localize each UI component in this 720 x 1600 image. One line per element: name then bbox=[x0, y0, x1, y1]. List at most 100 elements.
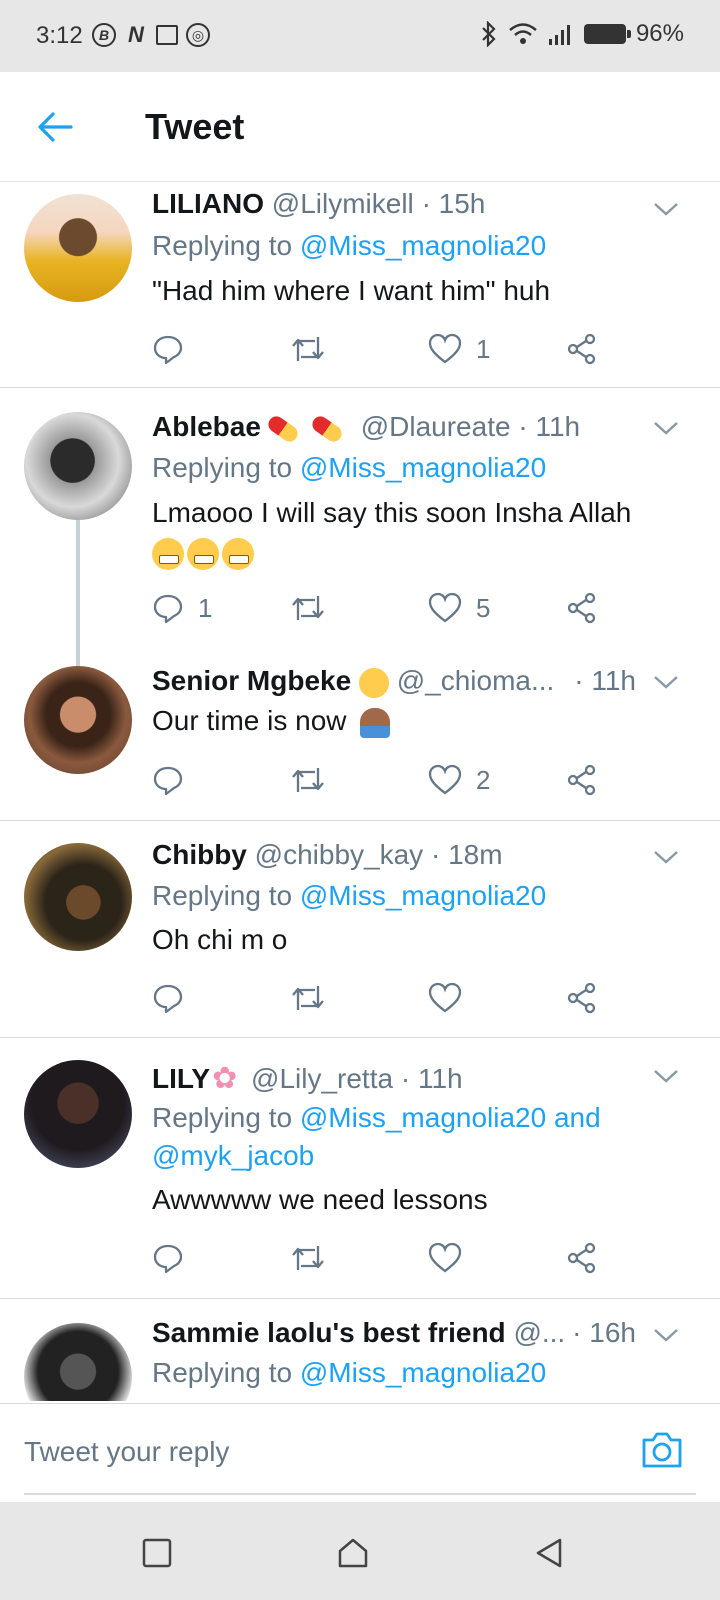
display-name[interactable]: LILY bbox=[152, 1063, 210, 1094]
like-button[interactable] bbox=[428, 1238, 462, 1278]
share-button[interactable] bbox=[566, 1238, 598, 1278]
tweet-item[interactable]: LILY✿ @Lily_retta · 11h Replying to @Mis… bbox=[0, 1038, 720, 1298]
mention-link[interactable]: @myk_jacob bbox=[152, 1140, 314, 1171]
share-button[interactable] bbox=[566, 329, 598, 369]
tweet-time: · 15h bbox=[421, 188, 486, 219]
chevron-down-icon[interactable] bbox=[652, 195, 680, 223]
avatar[interactable] bbox=[24, 843, 132, 951]
tweet-text: Oh chi m o bbox=[152, 924, 288, 955]
heart-icon bbox=[428, 982, 462, 1013]
status-right: 96% bbox=[480, 20, 684, 48]
mention-link[interactable]: @Miss_magnolia20 and bbox=[300, 1102, 601, 1133]
user-handle[interactable]: @... bbox=[513, 1317, 565, 1348]
share-icon bbox=[567, 764, 596, 796]
tweet-actions: 1 5 bbox=[152, 588, 622, 628]
reply-icon bbox=[153, 1244, 183, 1274]
retweet-button[interactable] bbox=[289, 329, 327, 369]
retweet-button[interactable] bbox=[289, 1238, 327, 1278]
retweet-icon bbox=[292, 596, 324, 620]
tweet-item[interactable]: LILIANO @Lilymikell · 15h Replying to @M… bbox=[0, 183, 720, 387]
chevron-down-icon[interactable] bbox=[652, 414, 680, 442]
camera-icon[interactable] bbox=[640, 1430, 684, 1470]
retweet-button[interactable] bbox=[289, 978, 327, 1018]
like-button[interactable] bbox=[428, 978, 462, 1018]
share-button[interactable] bbox=[566, 760, 598, 800]
like-button[interactable]: 5 bbox=[428, 588, 490, 628]
chevron-down-icon[interactable] bbox=[652, 1321, 680, 1349]
reply-feed[interactable]: LILIANO @Lilymikell · 15h Replying to @M… bbox=[0, 183, 720, 1401]
like-button[interactable]: 1 bbox=[428, 329, 490, 369]
tweet-actions: 1 bbox=[152, 329, 622, 369]
user-handle[interactable]: @_chioma... bbox=[397, 665, 555, 696]
avatar[interactable] bbox=[24, 1323, 132, 1401]
input-underline bbox=[24, 1493, 696, 1495]
mention-link[interactable]: @Miss_magnolia20 bbox=[300, 452, 546, 483]
retweet-button[interactable] bbox=[289, 760, 327, 800]
share-button[interactable] bbox=[566, 978, 598, 1018]
share-button[interactable] bbox=[566, 588, 598, 628]
reply-button[interactable] bbox=[152, 978, 184, 1018]
status-bar: 3:12 B N ◎ 96% bbox=[0, 0, 720, 72]
retweet-icon bbox=[292, 986, 324, 1010]
tweet-text: Awwwww we need lessons bbox=[152, 1184, 488, 1215]
tweet-text: "Had him where I want him" huh bbox=[152, 275, 551, 306]
replying-to: Replying to @Miss_magnolia20 bbox=[152, 1357, 546, 1389]
avatar[interactable] bbox=[24, 1060, 132, 1168]
display-name[interactable]: Ablebae bbox=[152, 411, 261, 442]
system-nav-bar bbox=[0, 1502, 720, 1600]
tweet-time: · 11h bbox=[574, 665, 636, 696]
replying-label: Replying to bbox=[152, 230, 300, 261]
user-handle[interactable]: @chibby_kay bbox=[255, 839, 424, 870]
reply-button[interactable] bbox=[152, 760, 184, 800]
mention-link[interactable]: @Miss_magnolia20 bbox=[300, 880, 546, 911]
chevron-down-icon[interactable] bbox=[652, 843, 680, 871]
back-nav-button[interactable] bbox=[532, 1536, 566, 1570]
user-handle[interactable]: @Dlaureate bbox=[361, 411, 511, 442]
tweet-item[interactable]: Chibby @chibby_kay · 18m Replying to @Mi… bbox=[0, 821, 720, 1037]
home-button[interactable] bbox=[336, 1536, 370, 1570]
display-name[interactable]: Chibby bbox=[152, 839, 247, 870]
battery-icon bbox=[583, 24, 631, 44]
bluetooth-icon bbox=[482, 21, 496, 47]
reply-button[interactable] bbox=[152, 329, 184, 369]
tweet-actions bbox=[152, 978, 622, 1018]
reply-count: 1 bbox=[198, 592, 213, 623]
chevron-down-icon[interactable] bbox=[652, 1062, 680, 1090]
reply-button[interactable] bbox=[152, 1238, 184, 1278]
wifi-icon bbox=[509, 23, 537, 44]
reply-button[interactable]: 1 bbox=[152, 588, 212, 628]
tweet-item[interactable]: Sammie laolu's best friend @... · 16h Re… bbox=[0, 1299, 720, 1401]
display-name[interactable]: LILIANO bbox=[152, 188, 264, 219]
like-button[interactable]: 2 bbox=[428, 760, 490, 800]
share-icon bbox=[567, 1242, 596, 1274]
mention-link[interactable]: @Miss_magnolia20 bbox=[300, 230, 546, 261]
chevron-down-icon[interactable] bbox=[652, 668, 680, 696]
avatar[interactable] bbox=[24, 194, 132, 302]
status-time: 3:12 bbox=[36, 22, 83, 49]
retweet-button[interactable] bbox=[289, 588, 327, 628]
tweet-text: Our time is now bbox=[152, 705, 347, 736]
avatar[interactable] bbox=[24, 666, 132, 774]
emoji-row bbox=[152, 536, 257, 570]
back-button[interactable] bbox=[30, 102, 80, 152]
display-name[interactable]: Senior Mgbeke bbox=[152, 665, 351, 696]
reply-input[interactable] bbox=[24, 1422, 624, 1482]
like-count: 5 bbox=[476, 592, 491, 623]
recents-button[interactable] bbox=[140, 1536, 174, 1570]
user-handle[interactable]: @Lilymikell bbox=[272, 188, 414, 219]
heart-icon bbox=[428, 1242, 462, 1273]
tweet-item[interactable]: Ablebae @Dlaureate · 11h Replying to @Mi… bbox=[0, 388, 720, 670]
mention-link[interactable]: @Miss_magnolia20 bbox=[300, 1357, 546, 1388]
retweet-icon bbox=[292, 768, 324, 792]
chrome-icon: ◎ bbox=[186, 23, 210, 47]
tweet-item[interactable]: Senior Mgbeke @_chioma... · 11h Our time… bbox=[0, 648, 720, 820]
tweet-header: Sammie laolu's best friend @... bbox=[152, 1317, 565, 1349]
display-name[interactable]: Sammie laolu's best friend bbox=[152, 1317, 506, 1348]
replying-label: Replying to bbox=[152, 1102, 300, 1133]
tweet-text: Lmaooo I will say this soon Insha Allah bbox=[152, 497, 632, 528]
user-handle[interactable]: @Lily_retta bbox=[251, 1063, 393, 1094]
share-icon bbox=[567, 592, 596, 624]
heart-icon bbox=[428, 333, 462, 364]
grin-emoji-icon bbox=[152, 537, 184, 570]
avatar[interactable] bbox=[24, 412, 132, 520]
